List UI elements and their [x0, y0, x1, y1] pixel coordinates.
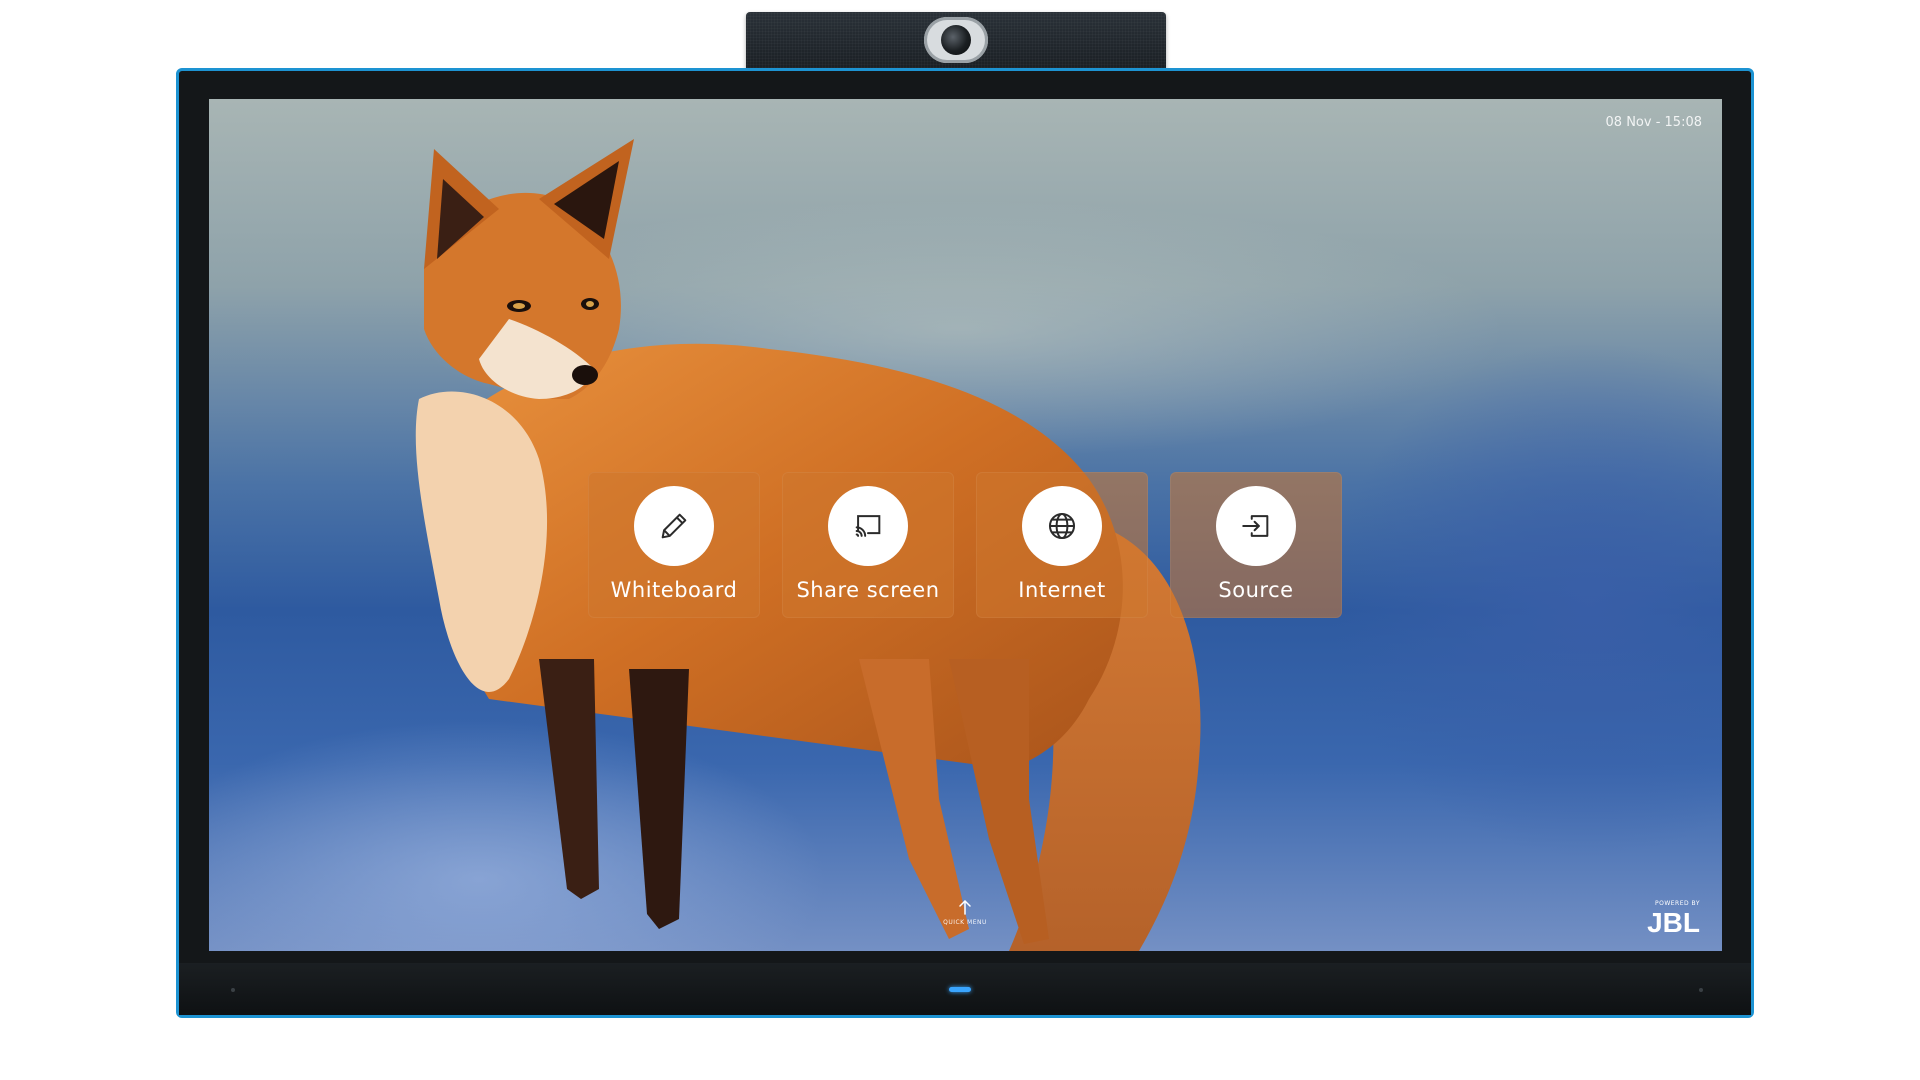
status-date-time: 08 Nov - 15:08	[1605, 115, 1702, 130]
pencil-icon	[661, 513, 687, 539]
arrow-up-icon	[959, 900, 971, 915]
whiteboard-tile[interactable]: Whiteboard	[588, 472, 760, 618]
bottom-bezel	[179, 963, 1751, 1015]
source-tile[interactable]: Source	[1170, 472, 1342, 618]
display-frame: 08 Nov - 15:08 Whiteboard Share screen I…	[176, 68, 1754, 1018]
bezel-sensor-right	[1699, 988, 1703, 992]
home-tiles: Whiteboard Share screen Internet Source	[588, 472, 1348, 618]
quick-menu-handle[interactable]: QUICK MENU	[935, 899, 995, 939]
powered-by-badge: POWERED BY JBL	[1647, 900, 1700, 937]
power-led-icon[interactable]	[949, 987, 971, 992]
camera-lens-icon	[941, 25, 971, 55]
bezel-sensor-left	[231, 988, 235, 992]
camera-bar	[746, 12, 1166, 70]
whiteboard-label: Whiteboard	[610, 578, 738, 602]
internet-tile[interactable]: Internet	[976, 472, 1148, 618]
globe-icon	[1048, 512, 1076, 540]
share-screen-label: Share screen	[796, 578, 940, 602]
quick-menu-label: QUICK MENU	[943, 919, 987, 926]
camera-lens-housing	[924, 17, 988, 63]
source-label: Source	[1218, 578, 1294, 602]
jbl-logo: JBL	[1647, 907, 1700, 938]
input-source-icon	[1242, 515, 1269, 537]
home-screen: 08 Nov - 15:08 Whiteboard Share screen I…	[209, 99, 1722, 951]
powered-by-label: POWERED BY	[1654, 900, 1700, 907]
cast-screen-icon	[855, 515, 881, 537]
share-screen-icon-circle	[828, 486, 908, 566]
share-screen-tile[interactable]: Share screen	[782, 472, 954, 618]
whiteboard-icon-circle	[634, 486, 714, 566]
internet-icon-circle	[1022, 486, 1102, 566]
source-icon-circle	[1216, 486, 1296, 566]
internet-label: Internet	[1018, 578, 1106, 602]
